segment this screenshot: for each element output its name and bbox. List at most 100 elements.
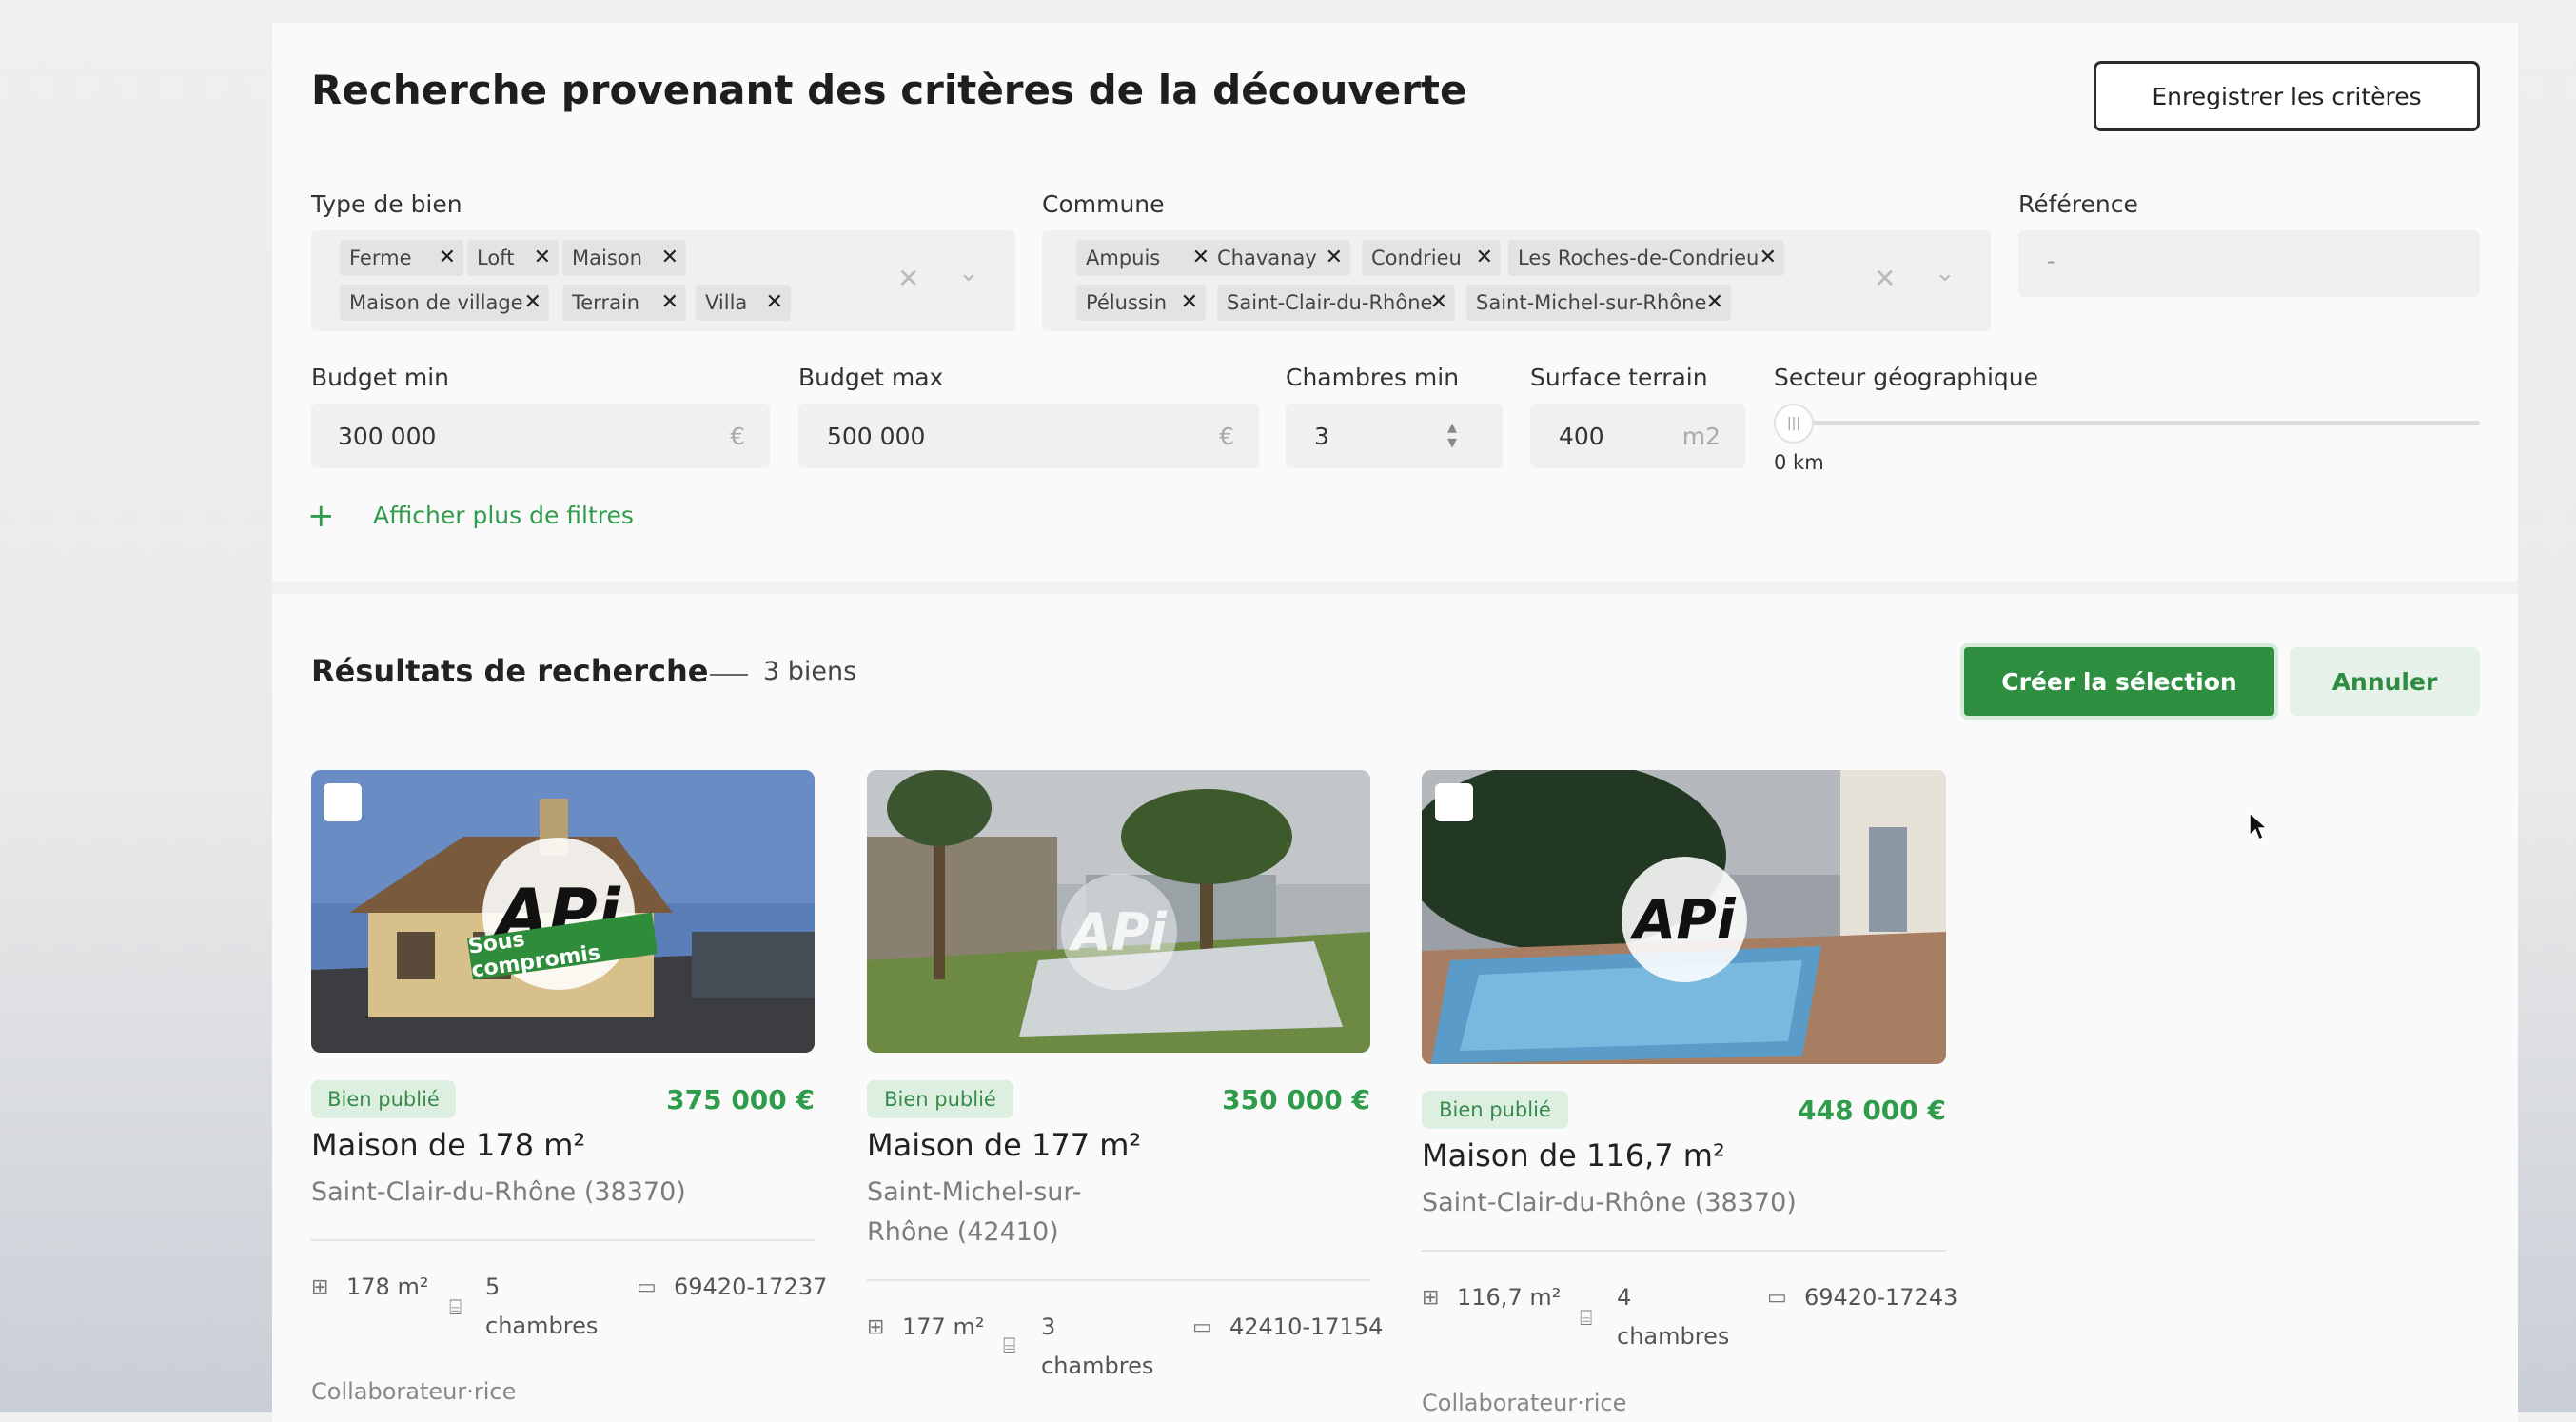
price: 448 000 € xyxy=(1798,1095,1946,1126)
chip-label: Ampuis xyxy=(1086,247,1161,269)
surface-input[interactable]: 400 m2 xyxy=(1530,404,1745,468)
chip-pelussin[interactable]: Pélussin ✕ xyxy=(1076,285,1206,321)
chip-saint-michel[interactable]: Saint-Michel-sur-Rhône ✕ xyxy=(1466,285,1731,321)
chip-maison[interactable]: Maison ✕ xyxy=(562,240,686,276)
save-criteria-button[interactable]: Enregistrer les critères xyxy=(2094,61,2480,131)
rooms-stepper[interactable]: 3 ▴ ▾ xyxy=(1286,404,1503,468)
surface-icon: ⊞ xyxy=(311,1275,329,1299)
property-title[interactable]: Maison de 116,7 m² xyxy=(1422,1137,1725,1174)
clear-icon[interactable]: ✕ xyxy=(897,263,919,294)
close-icon[interactable]: ✕ xyxy=(1181,285,1198,321)
surface-label: Surface terrain xyxy=(1530,364,1708,391)
chip-label: Maison xyxy=(572,247,642,269)
clear-icon[interactable]: ✕ xyxy=(1874,263,1896,294)
close-icon[interactable]: ✕ xyxy=(1326,240,1343,276)
rooms-value: 3 chambres xyxy=(1041,1313,1154,1379)
rooms-value: 4 chambres xyxy=(1617,1284,1730,1350)
reference-label: Référence xyxy=(2018,190,2138,218)
surface-unit: m2 xyxy=(1681,423,1721,450)
type-label: Type de bien xyxy=(311,190,462,218)
chip-saint-clair[interactable]: Saint-Clair-du-Rhône ✕ xyxy=(1217,285,1455,321)
logo-text: APi xyxy=(1072,901,1167,962)
slider-handle-icon[interactable]: ||| xyxy=(1774,404,1814,444)
chevron-down-icon[interactable]: ⌄ xyxy=(1935,259,1956,287)
reference-icon: ▭ xyxy=(1192,1315,1212,1339)
close-icon[interactable]: ✕ xyxy=(1706,285,1723,321)
chip-label: Chavanay xyxy=(1217,247,1317,269)
budget-min-input[interactable]: 300 000 € xyxy=(311,404,770,468)
budget-min-label: Budget min xyxy=(311,364,450,391)
price: 375 000 € xyxy=(666,1084,815,1116)
card-divider xyxy=(1422,1250,1946,1252)
property-title[interactable]: Maison de 177 m² xyxy=(867,1127,1141,1163)
commune-select[interactable]: Ampuis ✕ Chavanay ✕ Condrieu ✕ Les Roches-d… xyxy=(1042,230,1991,331)
chip-ampuis[interactable]: Ampuis ✕ xyxy=(1076,240,1217,276)
section-divider xyxy=(272,581,2518,594)
property-location: Saint-Clair-du-Rhône (38370) xyxy=(311,1177,686,1207)
reference-icon: ▭ xyxy=(1767,1286,1787,1310)
close-icon[interactable]: ✕ xyxy=(1760,240,1777,276)
chip-roches-condrieu[interactable]: Les Roches-de-Condrieu ✕ xyxy=(1508,240,1784,276)
stepper-icon[interactable]: ▴ ▾ xyxy=(1447,417,1457,451)
select-checkbox[interactable] xyxy=(1435,783,1473,821)
sector-value: 0 km xyxy=(1774,451,1824,474)
surface-value: 116,7 m² xyxy=(1457,1284,1562,1311)
close-icon[interactable]: ✕ xyxy=(661,285,678,321)
more-filters-link[interactable]: Afficher plus de filtres xyxy=(373,502,634,529)
card-divider xyxy=(867,1279,1370,1281)
budget-min-value: 300 000 xyxy=(338,423,437,450)
budget-max-input[interactable]: 500 000 € xyxy=(798,404,1259,468)
property-title[interactable]: Maison de 178 m² xyxy=(311,1127,585,1163)
surface-value: 177 m² xyxy=(902,1313,985,1340)
reference-input[interactable]: - xyxy=(2018,230,2480,297)
close-icon[interactable]: ✕ xyxy=(1430,285,1447,321)
reference-value: 42410-17154 xyxy=(1229,1313,1384,1340)
close-icon[interactable]: ✕ xyxy=(766,285,783,321)
chip-label: Ferme xyxy=(349,247,412,269)
budget-max-value: 500 000 xyxy=(827,423,926,450)
chip-villa[interactable]: Villa ✕ xyxy=(696,285,791,321)
chip-chavanay[interactable]: Chavanay ✕ xyxy=(1208,240,1350,276)
chip-condrieu[interactable]: Condrieu ✕ xyxy=(1362,240,1501,276)
chip-label: Villa xyxy=(705,291,748,314)
create-selection-button[interactable]: Créer la sélection xyxy=(1960,643,2278,720)
close-icon[interactable]: ✕ xyxy=(534,240,551,276)
surface-icon: ⊞ xyxy=(867,1315,885,1339)
reference-icon: ▭ xyxy=(637,1275,657,1299)
cancel-button[interactable]: Annuler xyxy=(2290,647,2480,716)
bed-icon: ⌸ xyxy=(449,1296,462,1320)
results-title: Résultats de recherche xyxy=(311,653,709,689)
chip-label: Saint-Michel-sur-Rhône xyxy=(1476,291,1707,314)
chip-loft[interactable]: Loft ✕ xyxy=(467,240,559,276)
page-title: Recherche provenant des critères de la d… xyxy=(311,67,1467,113)
euro-icon: € xyxy=(1219,423,1234,450)
reference-value: - xyxy=(2047,247,2055,274)
bed-icon: ⌸ xyxy=(1580,1307,1593,1331)
status-badge: Bien publié xyxy=(311,1080,456,1118)
close-icon[interactable]: ✕ xyxy=(524,285,541,321)
budget-max-label: Budget max xyxy=(798,364,944,391)
plus-icon[interactable]: + xyxy=(307,497,335,535)
chip-ferme[interactable]: Ferme ✕ xyxy=(340,240,463,276)
chip-label: Terrain xyxy=(572,291,640,314)
surface-value: 400 xyxy=(1559,423,1604,450)
chip-label: Condrieu xyxy=(1371,247,1462,269)
chip-label: Saint-Clair-du-Rhône xyxy=(1227,291,1433,314)
chevron-down-icon[interactable]: ⌄ xyxy=(958,259,979,287)
api-logo: APi xyxy=(1622,857,1747,982)
select-checkbox[interactable] xyxy=(324,783,362,821)
close-icon[interactable]: ✕ xyxy=(439,240,456,276)
status-badge: Bien publié xyxy=(867,1080,1013,1118)
chip-label: Maison de village xyxy=(349,291,523,314)
chip-terrain[interactable]: Terrain ✕ xyxy=(562,285,686,321)
reference-value: 69420-17237 xyxy=(674,1274,828,1300)
rooms-value: 5 chambres xyxy=(485,1274,599,1339)
close-icon[interactable]: ✕ xyxy=(1476,240,1493,276)
chip-maison-village[interactable]: Maison de village ✕ xyxy=(340,285,549,321)
status-badge: Bien publié xyxy=(1422,1091,1568,1129)
sector-slider-track[interactable] xyxy=(1789,421,2480,425)
chip-label: Loft xyxy=(477,247,515,269)
close-icon[interactable]: ✕ xyxy=(661,240,678,276)
type-select[interactable]: Ferme ✕ Loft ✕ Maison ✕ Maison de village ✕ … xyxy=(311,230,1015,331)
reference-value: 69420-17243 xyxy=(1804,1284,1958,1311)
